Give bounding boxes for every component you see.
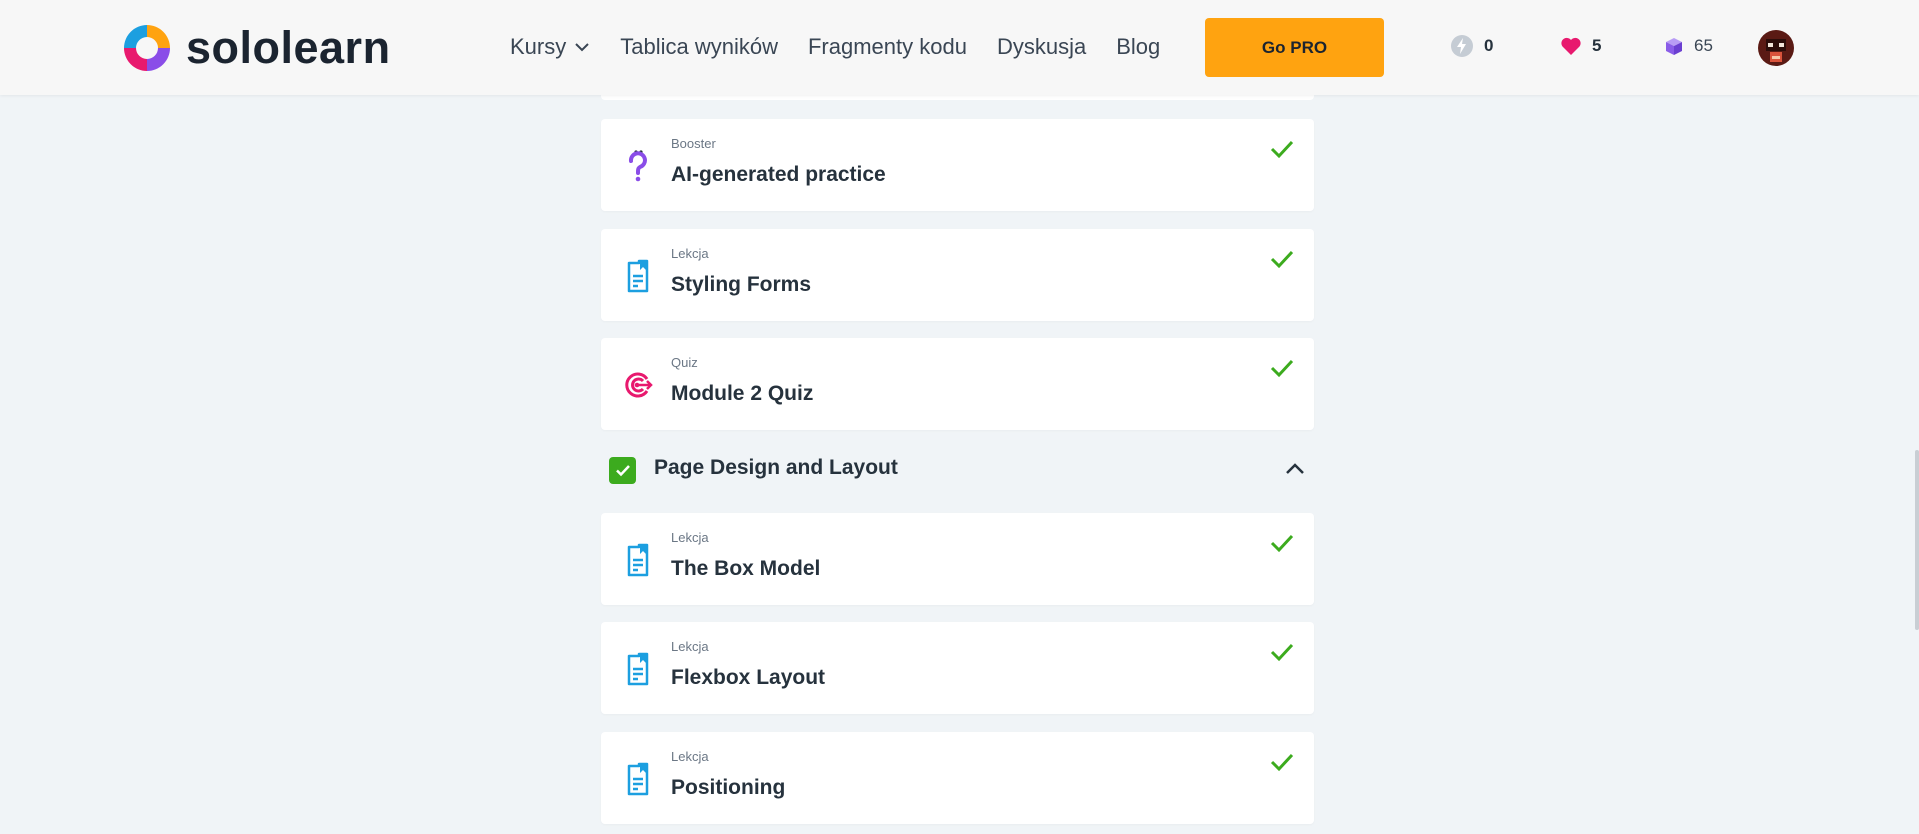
item-title: Module 2 Quiz [671,382,814,405]
logo-wordmark: sololearn [186,22,391,73]
hearts-value: 5 [1592,36,1602,55]
item-title: Styling Forms [671,273,812,296]
list-item[interactable]: Lekcja Flexbox Layout [601,622,1314,714]
item-type: Lekcja [671,246,709,261]
heart-icon [1561,37,1581,55]
bits-value: 65 [1694,36,1713,55]
sololearn-logo-icon [124,24,170,71]
main-nav: Kursy Tablica wyników Fragmenty kodu Dys… [510,30,1160,64]
check-icon [615,465,630,477]
user-avatar[interactable] [1758,30,1794,66]
streak-counter[interactable]: 0 [1450,32,1493,60]
item-type: Lekcja [671,639,709,654]
sololearn-logo[interactable]: sololearn [120,20,391,75]
nav-leaderboard[interactable]: Tablica wyników [620,34,778,60]
streak-bolt-icon [1451,35,1473,57]
streak-value: 0 [1484,36,1494,55]
page-scrollbar[interactable] [1915,450,1919,630]
item-title: AI-generated practice [671,163,886,186]
avatar-image [1758,30,1794,66]
check-icon [1270,140,1294,159]
check-icon [1270,643,1294,662]
list-item[interactable]: Booster AI-generated practice [601,119,1314,211]
list-item[interactable]: Lekcja Positioning [601,732,1314,824]
list-item[interactable]: Lekcja The Box Model [601,513,1314,605]
lesson-icon [627,762,649,796]
item-type: Lekcja [671,749,709,764]
booster-icon [628,150,647,182]
list-item[interactable]: Quiz Module 2 Quiz [601,338,1314,430]
check-icon [1270,753,1294,772]
item-type: Quiz [671,355,698,370]
module-header[interactable]: Page Design and Layout [601,444,1314,496]
list-item[interactable]: Lekcja Styling Forms [601,229,1314,321]
module-title: Page Design and Layout [654,456,898,479]
lesson-icon [627,652,649,686]
chevron-up-icon[interactable] [1284,460,1306,476]
nav-discussion[interactable]: Dyskusja [997,34,1086,60]
nav-blog[interactable]: Blog [1116,34,1160,60]
module-completed-checkbox [609,457,636,484]
check-icon [1270,359,1294,378]
nav-code-snippets[interactable]: Fragmenty kodu [808,34,967,60]
hearts-counter[interactable]: 5 [1560,32,1601,60]
top-navbar: sololearn Kursy Tablica wyników Fragment… [0,0,1919,95]
quiz-icon [625,372,653,398]
nav-courses[interactable]: Kursy [510,34,590,60]
chevron-down-icon [575,43,589,52]
nav-courses-label: Kursy [510,34,567,59]
item-title: Flexbox Layout [671,666,826,689]
check-icon [1270,250,1294,269]
item-title: Positioning [671,776,786,799]
lesson-icon [627,543,649,577]
item-title: The Box Model [671,557,821,580]
bits-cube-icon [1666,38,1682,55]
go-pro-button[interactable]: Go PRO [1205,18,1384,77]
check-icon [1270,534,1294,553]
item-type: Lekcja [671,530,709,545]
item-type: Booster [671,136,716,151]
lesson-icon [627,259,649,293]
bits-counter[interactable]: 65 [1664,32,1713,60]
